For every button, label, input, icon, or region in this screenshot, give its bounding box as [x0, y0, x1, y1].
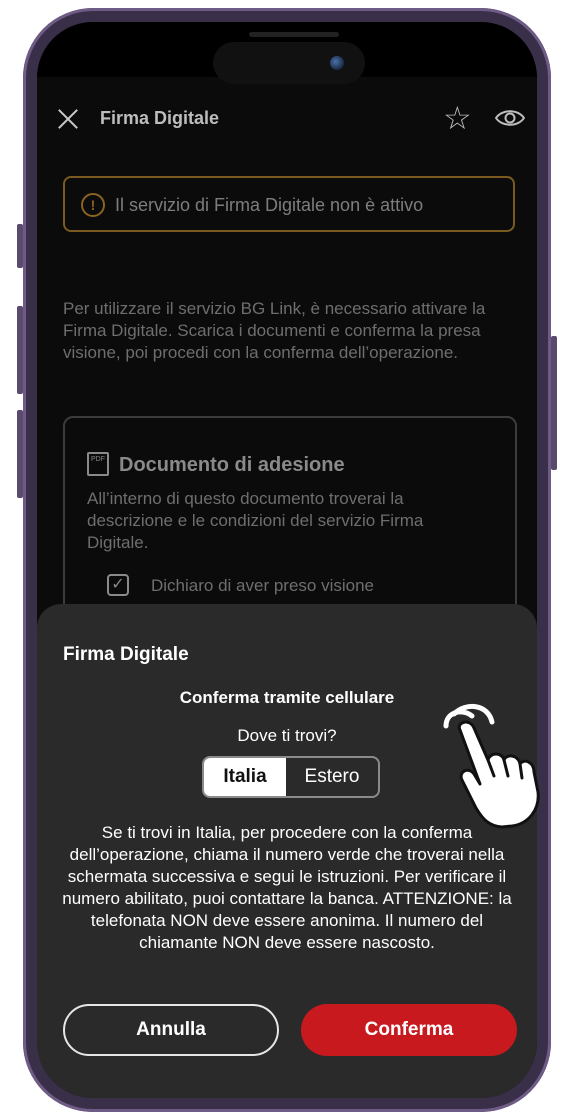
- pdf-icon: PDF: [87, 452, 109, 476]
- sheet-title: Firma Digitale: [63, 644, 189, 665]
- power-button: [551, 336, 557, 470]
- bottom-sheet: Firma Digitale Conferma tramite cellular…: [37, 604, 537, 1098]
- confirm-button[interactable]: Conferma: [301, 1004, 517, 1056]
- location-segmented-control: Italia Estero: [202, 756, 380, 798]
- segment-estero[interactable]: Estero: [286, 758, 378, 796]
- side-button: [17, 224, 23, 268]
- cancel-button[interactable]: Annulla: [63, 1004, 279, 1056]
- volume-up-button: [17, 306, 23, 394]
- phone-screen: Firma Digitale ☆ ! Il servizio di Firma …: [37, 22, 537, 1098]
- page-title: Firma Digitale: [100, 108, 220, 128]
- speaker: [249, 32, 339, 37]
- document-title: Documento di adesione: [119, 454, 345, 476]
- pointing-hand-icon: [443, 704, 540, 829]
- close-icon[interactable]: [55, 106, 81, 132]
- volume-down-button: [17, 410, 23, 498]
- camera-icon: [330, 56, 344, 70]
- acknowledge-label: Dichiaro di aver preso visione: [151, 576, 374, 595]
- document-description: All’interno di questo documento troverai…: [87, 489, 424, 552]
- app-bar: Firma Digitale ☆: [37, 100, 537, 140]
- instructions-text: Se ti trovi in Italia, per procedere con…: [62, 823, 512, 952]
- warning-icon: !: [81, 193, 105, 217]
- star-icon[interactable]: ☆: [443, 100, 472, 136]
- acknowledge-checkbox[interactable]: ✓: [107, 574, 129, 596]
- warning-text: Il servizio di Firma Digitale non è atti…: [115, 195, 424, 215]
- warning-banner: ! Il servizio di Firma Digitale non è at…: [63, 176, 515, 232]
- intro-text: Per utilizzare il servizio BG Link, è ne…: [63, 299, 486, 362]
- eye-icon[interactable]: [495, 108, 525, 128]
- segment-italia[interactable]: Italia: [204, 758, 286, 796]
